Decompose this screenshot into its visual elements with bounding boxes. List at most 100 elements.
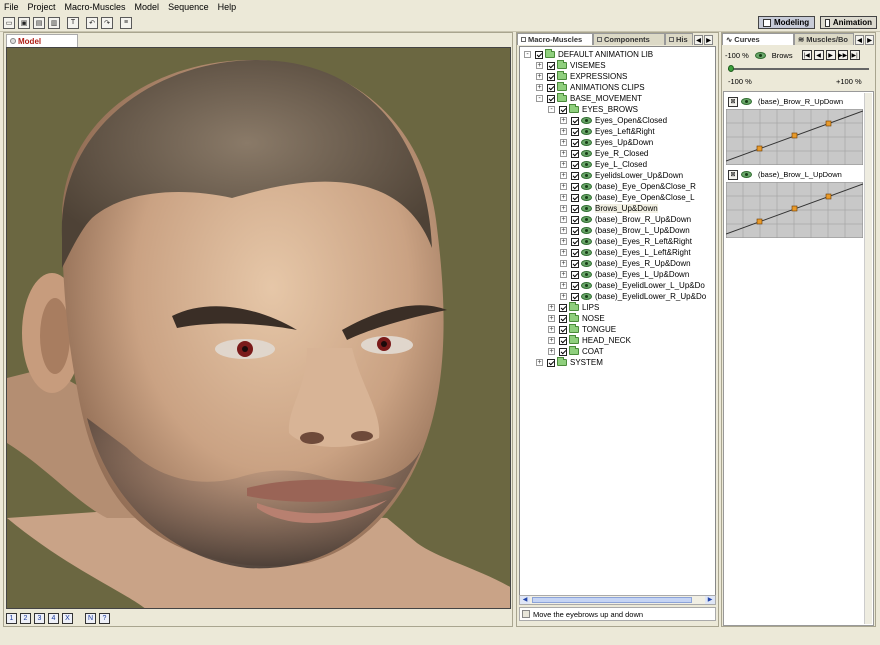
- tree-folder[interactable]: + ANIMATIONS CLIPS: [536, 82, 645, 93]
- tab-model[interactable]: Model: [6, 34, 78, 47]
- lock-icon[interactable]: ⊠: [728, 96, 738, 107]
- first-frame-icon[interactable]: |◀: [801, 50, 812, 60]
- checkbox[interactable]: [559, 325, 567, 334]
- tree-folder[interactable]: - BASE_MOVEMENT: [536, 93, 642, 104]
- lock-icon[interactable]: ⊠: [728, 169, 738, 180]
- undo-icon[interactable]: ↶: [86, 16, 98, 29]
- modeling-mode-button[interactable]: Modeling: [758, 16, 815, 29]
- expand-icon[interactable]: +: [548, 337, 555, 344]
- slider-knob[interactable]: [728, 65, 734, 72]
- scroll-right-icon[interactable]: ▶: [705, 596, 715, 604]
- last-frame-icon[interactable]: ▶|: [849, 50, 860, 60]
- tab-scroll-right-icon[interactable]: ▶: [704, 35, 713, 45]
- menu-sequence[interactable]: Sequence: [168, 2, 209, 12]
- tree-folder[interactable]: + NOSE: [548, 313, 605, 324]
- tree-item[interactable]: + (base)_Eyes_L_Up&Down: [560, 269, 689, 280]
- prev-frame-icon[interactable]: ◀: [813, 50, 824, 60]
- 3d-viewport[interactable]: [6, 47, 511, 609]
- expand-icon[interactable]: +: [560, 128, 567, 135]
- checkbox[interactable]: [571, 193, 579, 202]
- checkbox[interactable]: [571, 237, 579, 246]
- tree-item[interactable]: + (base)_EyelidLower_R_Up&Do: [560, 291, 706, 302]
- tree-item[interactable]: + (base)_Eyes_R_Up&Down: [560, 258, 691, 269]
- tree-folder[interactable]: + LIPS: [548, 302, 599, 313]
- checkbox[interactable]: [571, 226, 579, 235]
- menu-help[interactable]: Help: [218, 2, 237, 12]
- expand-icon[interactable]: +: [560, 227, 567, 234]
- expand-icon[interactable]: +: [560, 172, 567, 179]
- curves-vertical-scrollbar[interactable]: [864, 93, 872, 624]
- checkbox[interactable]: [571, 204, 579, 213]
- tree-item[interactable]: + (base)_Brow_L_Up&Down: [560, 225, 690, 236]
- checkbox[interactable]: [571, 149, 579, 158]
- tree-item[interactable]: + Eyes_Open&Closed: [560, 115, 667, 126]
- text-icon[interactable]: T: [67, 16, 79, 29]
- expand-icon[interactable]: +: [560, 139, 567, 146]
- checkbox[interactable]: [559, 105, 567, 114]
- viewport-button-6[interactable]: ?: [99, 612, 110, 624]
- collapse-icon[interactable]: -: [536, 95, 543, 102]
- tree-item[interactable]: + (base)_Eyes_R_Left&Right: [560, 236, 692, 247]
- intensity-slider[interactable]: [728, 65, 869, 72]
- checkbox[interactable]: [571, 270, 579, 279]
- curve-graph[interactable]: [726, 182, 863, 238]
- checkbox[interactable]: [547, 358, 555, 367]
- expand-icon[interactable]: +: [536, 73, 543, 80]
- curve-header[interactable]: ⊠ (base)_Brow_R_UpDown: [725, 95, 864, 108]
- checkbox[interactable]: [571, 215, 579, 224]
- checkbox[interactable]: [571, 281, 579, 290]
- open-icon[interactable]: ▭: [3, 16, 15, 29]
- viewport-button-3[interactable]: 4: [48, 612, 59, 624]
- expand-icon[interactable]: +: [560, 282, 567, 289]
- checkbox[interactable]: [559, 303, 567, 312]
- checkbox[interactable]: [547, 94, 555, 103]
- import-icon[interactable]: ▤: [33, 16, 45, 29]
- animation-mode-button[interactable]: Animation: [820, 16, 877, 29]
- expand-icon[interactable]: +: [548, 315, 555, 322]
- tab-muscles-bones[interactable]: ≋ Muscles/Bo: [794, 33, 854, 45]
- checkbox[interactable]: [571, 182, 579, 191]
- save-icon[interactable]: ▣: [18, 16, 30, 29]
- expand-icon[interactable]: +: [560, 216, 567, 223]
- expand-icon[interactable]: +: [560, 260, 567, 267]
- viewport-button-5[interactable]: N: [85, 612, 96, 624]
- tree-folder[interactable]: + EXPRESSIONS: [536, 71, 627, 82]
- viewport-button-4[interactable]: X: [62, 612, 73, 624]
- collapse-icon[interactable]: -: [524, 51, 531, 58]
- expand-icon[interactable]: +: [536, 359, 543, 366]
- collapse-icon[interactable]: -: [548, 106, 555, 113]
- tree-horizontal-scrollbar[interactable]: ◀ ▶: [519, 595, 716, 605]
- tree-folder[interactable]: + VISEMES: [536, 60, 606, 71]
- curves-tab-left-icon[interactable]: ◀: [855, 35, 864, 45]
- tree-folder[interactable]: + SYSTEM: [536, 357, 603, 368]
- checkbox[interactable]: [571, 138, 579, 147]
- expand-icon[interactable]: +: [560, 249, 567, 256]
- scroll-thumb[interactable]: [532, 597, 692, 603]
- tree-folder[interactable]: + COAT: [548, 346, 604, 357]
- tree-item[interactable]: + Eyes_Up&Down: [560, 137, 653, 148]
- viewport-button-0[interactable]: 1: [6, 612, 17, 624]
- tree-item[interactable]: + (base)_Eye_Open&Close_L: [560, 192, 695, 203]
- checkbox[interactable]: [571, 171, 579, 180]
- checkbox[interactable]: [571, 259, 579, 268]
- expand-icon[interactable]: +: [548, 326, 555, 333]
- menu-project[interactable]: Project: [28, 2, 56, 12]
- checkbox[interactable]: [571, 248, 579, 257]
- tab-components[interactable]: Components: [593, 33, 665, 45]
- viewport-button-1[interactable]: 2: [20, 612, 31, 624]
- tree-item[interactable]: + (base)_Brow_R_Up&Down: [560, 214, 691, 225]
- expand-icon[interactable]: +: [548, 304, 555, 311]
- curves-tab-right-icon[interactable]: ▶: [865, 35, 874, 45]
- checkbox[interactable]: [559, 347, 567, 356]
- tree-item[interactable]: + Eyes_Left&Right: [560, 126, 655, 137]
- checkbox[interactable]: [559, 314, 567, 323]
- next-frame-icon[interactable]: ▶▶: [837, 50, 848, 60]
- checkbox[interactable]: [571, 292, 579, 301]
- tab-curves[interactable]: ∿ Curves: [722, 33, 794, 45]
- expand-icon[interactable]: +: [536, 84, 543, 91]
- expand-icon[interactable]: +: [536, 62, 543, 69]
- tree-folder[interactable]: - EYES_BROWS: [548, 104, 638, 115]
- expand-icon[interactable]: +: [560, 150, 567, 157]
- curve-header[interactable]: ⊠ (base)_Brow_L_UpDown: [725, 168, 864, 181]
- scroll-left-icon[interactable]: ◀: [520, 596, 530, 604]
